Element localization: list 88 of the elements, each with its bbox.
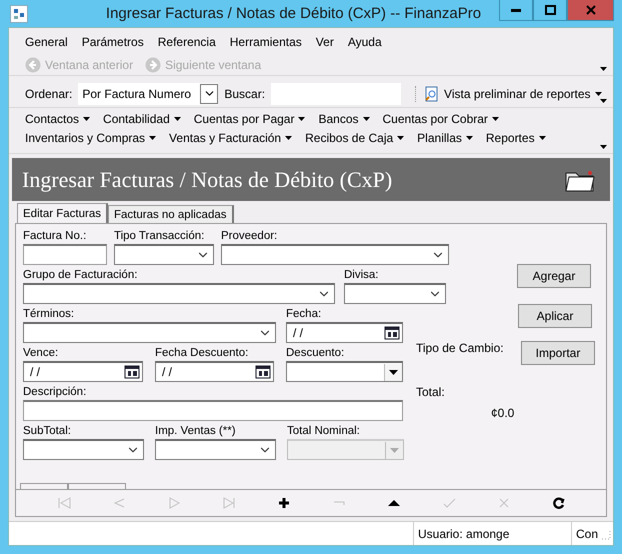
field-label: Grupo de Facturación: (23, 269, 138, 283)
overflow-icon[interactable] (600, 99, 607, 103)
minimize-icon (511, 8, 521, 12)
field-label: Fecha Descuento: (155, 347, 250, 361)
combo-box[interactable] (155, 439, 276, 460)
text-field[interactable] (23, 244, 107, 265)
field-label: Tipo Transacción: (114, 230, 206, 244)
page-title: Ingresar Facturas / Notas de Débito (CxP) (22, 166, 392, 192)
caret-icon (389, 370, 398, 374)
field-label: SubTotal: (23, 425, 72, 439)
menu-item[interactable]: Contabilidad (103, 112, 181, 126)
overflow-icon[interactable] (600, 67, 607, 71)
calendar-icon[interactable] (384, 326, 400, 340)
apply-button[interactable]: Aplicar (518, 304, 592, 328)
sort-label: Ordenar: (25, 86, 72, 100)
field-label: Divisa: (344, 269, 380, 283)
menu-item[interactable]: Planillas (417, 131, 473, 145)
dropdown-field[interactable] (286, 361, 403, 382)
caret-icon (149, 136, 156, 140)
calendar-icon[interactable] (124, 365, 140, 379)
connection-status: Con (571, 522, 597, 545)
combo-box[interactable] (23, 322, 276, 343)
close-button[interactable] (567, 0, 614, 21)
maximize-button[interactable] (533, 0, 567, 21)
combo-box[interactable] (344, 283, 446, 304)
field-label: Vence: (23, 347, 60, 361)
overflow-icon[interactable] (600, 145, 607, 149)
combo-box[interactable] (23, 439, 144, 460)
user-status: Usuario: amonge (413, 522, 571, 545)
field-label: Factura No.: (23, 230, 88, 244)
menu-item[interactable]: General (25, 35, 68, 49)
menu-item[interactable]: Contactos (25, 112, 90, 126)
add-button[interactable]: Agregar (517, 264, 591, 288)
menu-item[interactable]: Recibos de Caja (305, 131, 404, 145)
total-label: Total: (415, 384, 446, 401)
menu-item[interactable]: Ver (316, 35, 334, 49)
tab[interactable]: Editar Facturas (17, 203, 108, 223)
caret-icon (397, 136, 404, 140)
field-label: Términos: (23, 308, 76, 322)
field-label: Descuento: (286, 347, 346, 361)
calendar-icon[interactable] (255, 365, 271, 379)
sort-combo[interactable]: Por Factura Numero (78, 82, 218, 104)
text-field[interactable] (23, 400, 403, 421)
import-button[interactable]: Importar (521, 341, 595, 365)
caret-icon (492, 117, 499, 121)
combo-box[interactable] (114, 244, 214, 265)
menu-item[interactable]: Ayuda (348, 35, 382, 49)
field-label: Imp. Ventas (**) (155, 425, 237, 439)
menu-item[interactable]: Bancos (318, 112, 370, 126)
caret-icon (390, 448, 399, 452)
field-label: Proveedor: (221, 230, 278, 244)
menu-item[interactable]: Herramientas (230, 35, 302, 49)
menu-item[interactable]: Cuentas por Cobrar (382, 112, 499, 126)
refresh-icon[interactable] (552, 496, 566, 510)
combo-box[interactable] (23, 283, 335, 304)
tab[interactable]: Facturas no aplicadas (108, 205, 234, 223)
menu-item[interactable]: Parámetros (82, 35, 144, 49)
total-value: ¢0.0 (490, 405, 516, 422)
menu-item[interactable]: Cuentas por Pagar (194, 112, 306, 126)
date-field[interactable]: / / (23, 361, 143, 382)
app-icon[interactable] (10, 4, 28, 22)
date-field[interactable]: / / (286, 322, 403, 343)
field-label: Fecha: (286, 308, 322, 322)
date-field[interactable]: / / (155, 361, 274, 382)
caret-icon (174, 117, 181, 121)
exchange-rate-label: Tipo de Cambio: (415, 340, 503, 357)
field-label: Total Nominal: (287, 425, 361, 439)
close-icon (586, 5, 596, 15)
menu-item[interactable]: Referencia (158, 35, 216, 49)
report-preview-button[interactable]: Vista preliminar de reportes (415, 86, 602, 102)
window-title: Ingresar Facturas / Notas de Débito (CxP) -- FinanzaPro (104, 5, 482, 22)
combo-box[interactable] (221, 244, 449, 265)
caret-icon (538, 136, 546, 140)
caret-icon (83, 117, 90, 121)
menu-item[interactable]: Inventarios y Compras (25, 131, 156, 145)
caret-icon (594, 92, 602, 96)
report-preview-icon (424, 86, 440, 102)
search-label: Buscar: (224, 86, 266, 100)
caret-icon (466, 136, 473, 140)
menu-item[interactable]: Ventas y Facturación (169, 131, 292, 145)
add-icon[interactable] (276, 496, 290, 510)
field-label: Descripción: (23, 386, 88, 400)
menu-item[interactable]: Reportes (486, 131, 546, 145)
caret-icon (298, 117, 306, 121)
caret-icon (362, 117, 370, 121)
maximize-icon (544, 5, 556, 15)
minimize-button[interactable] (499, 0, 533, 21)
caret-icon (285, 136, 292, 140)
